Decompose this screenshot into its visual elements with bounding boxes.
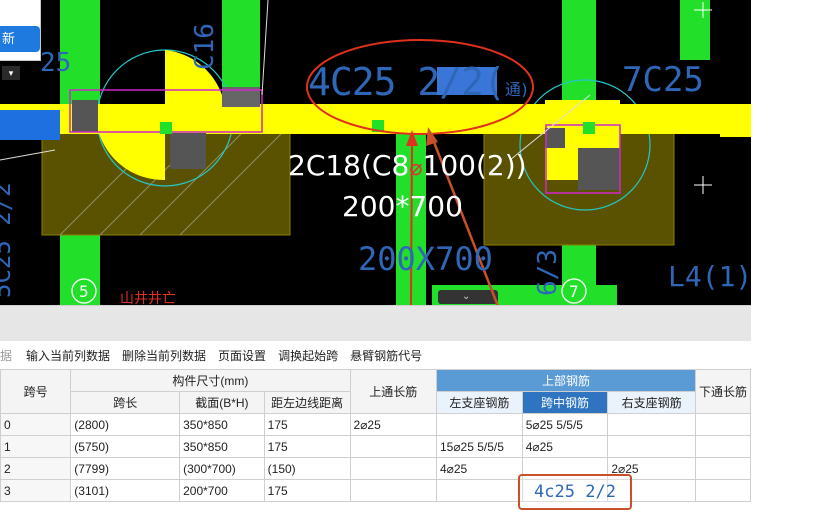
cell-top-through[interactable] [349, 479, 437, 502]
cell-span: 1 [0, 435, 72, 458]
toolbar-swap-start-span[interactable]: 调换起始跨 [278, 347, 338, 364]
marker-3 [583, 122, 595, 134]
guide-line-2 [261, 0, 269, 96]
header-edge-distance: 距左边线距离 [263, 391, 351, 414]
rebar-table: 跨号 构件尺寸(mm) 上通长筋 上部钢筋 下通长筋 跨长 截面(B*H) 距左… [0, 369, 752, 502]
grey-block-4 [578, 148, 620, 190]
marker-1 [160, 122, 172, 134]
left-vertical-label: 5C25 2/2 [0, 182, 16, 298]
dropdown-arrow-icon[interactable]: ▾ [2, 66, 20, 80]
ghost-label: 200X700 [358, 240, 493, 278]
header-span-length: 跨长 [70, 391, 181, 414]
grey-block-3 [545, 128, 565, 148]
cell-length[interactable]: (5750) [70, 435, 181, 458]
header-top-through: 上通长筋 [349, 369, 437, 414]
cell-mid-span[interactable]: 5⌀25 5/5/5 [521, 413, 609, 436]
floating-dialog: 新 [0, 0, 41, 61]
cad-canvas[interactable]: 4C25 2/2(通) 2C18(C8⌀100(2)) 200*700 200X… [0, 0, 751, 305]
green-column-far-right [680, 0, 710, 60]
header-member-size: 构件尺寸(mm) [70, 369, 351, 392]
small-top-label: 25 [40, 48, 72, 78]
header-bottom-through: 下通长筋 [694, 369, 752, 414]
red-text-label: 山井井亡 [120, 291, 176, 305]
panel-splitter[interactable] [0, 305, 751, 341]
cell-bottom-through[interactable] [694, 457, 752, 480]
right-top-label: 7C25 [622, 60, 704, 100]
grey-block-left [72, 100, 98, 132]
right-vertical-label: 6/3 [533, 249, 563, 296]
cell-distance[interactable]: 175 [263, 435, 351, 458]
cell-top-through[interactable] [349, 435, 437, 458]
toolbar-page-setup[interactable]: 页面设置 [218, 347, 266, 364]
table-row[interactable]: 3 (3101) 200*700 175 [0, 479, 752, 502]
cell-length[interactable]: (7799) [70, 457, 181, 480]
header-span-no: 跨号 [0, 369, 72, 414]
toolbar-cantilever-code[interactable]: 悬臂钢筋代号 [350, 347, 422, 364]
annotation-callout: 4c25 2/2 [518, 474, 632, 510]
cell-section[interactable]: 350*850 [179, 435, 265, 458]
header-section: 截面(B*H) [179, 391, 265, 414]
cell-mid-span[interactable]: 4⌀25 [521, 435, 609, 458]
axis-label-7: 7 [569, 282, 579, 301]
cell-span: 3 [0, 479, 72, 502]
toolbar-delete-column[interactable]: 删除当前列数据 [122, 347, 206, 364]
chevron-down-icon[interactable]: ⌄ [462, 291, 470, 302]
cell-left-support[interactable]: 15⌀25 5/5/5 [435, 435, 523, 458]
cell-distance[interactable]: 175 [263, 413, 351, 436]
header-mid-span: 跨中钢筋 [521, 391, 609, 414]
cell-distance[interactable]: 175 [263, 479, 351, 502]
rebar-panel: 据 输入当前列数据 删除当前列数据 页面设置 调换起始跨 悬臂钢筋代号 跨号 构… [0, 305, 752, 514]
axis-label-5: 5 [79, 282, 89, 301]
cell-left-support[interactable] [435, 413, 523, 436]
cell-section[interactable]: (300*700) [179, 457, 265, 480]
cell-bottom-through[interactable] [694, 413, 752, 436]
table-row[interactable]: 0 (2800) 350*850 175 2⌀25 5⌀25 5/5/5 [0, 413, 752, 436]
cell-top-through[interactable]: 2⌀25 [349, 413, 437, 436]
cell-span: 2 [0, 457, 72, 480]
cell-section[interactable]: 350*850 [179, 413, 265, 436]
blue-beam-left [0, 110, 60, 140]
cell-bottom-through[interactable] [694, 435, 752, 458]
cell-right-support[interactable] [607, 413, 696, 436]
header-left-support: 左支座钢筋 [435, 391, 523, 414]
vertical-top-label: C16 [190, 23, 220, 70]
refresh-button[interactable]: 新 [0, 26, 40, 52]
toolbar-item-cut[interactable]: 据 [0, 347, 12, 364]
cell-span: 0 [0, 413, 72, 436]
cell-left-support[interactable] [435, 479, 523, 502]
grey-block-1 [170, 133, 206, 169]
cell-distance[interactable]: (150) [263, 457, 351, 480]
cell-left-support[interactable]: 4⌀25 [435, 457, 523, 480]
beam-label-2: 200*700 [342, 190, 463, 223]
cell-top-through[interactable] [349, 457, 437, 480]
header-right-support: 右支座钢筋 [607, 391, 696, 414]
green-column-top [222, 0, 260, 100]
toolbar-insert-column[interactable]: 输入当前列数据 [26, 347, 110, 364]
table-row[interactable]: 2 (7799) (300*700) (150) 4⌀25 2⌀25 [0, 457, 752, 480]
cell-length[interactable]: (3101) [70, 479, 181, 502]
right-box-label: L4(1) [668, 260, 751, 293]
table-row[interactable]: 1 (5750) 350*850 175 15⌀25 5/5/5 4⌀25 [0, 435, 752, 458]
cell-section[interactable]: 200*700 [179, 479, 265, 502]
cell-length[interactable]: (2800) [70, 413, 181, 436]
yellow-stub-right [720, 117, 751, 137]
cell-right-support[interactable] [607, 435, 696, 458]
main-annotation: 4C25 2/2(通) [308, 60, 530, 104]
beam-label-1: 2C18(C8⌀100(2)) [288, 149, 527, 182]
header-top-rebar: 上部钢筋 [435, 369, 696, 392]
panel-toolbar: 据 输入当前列数据 删除当前列数据 页面设置 调换起始跨 悬臂钢筋代号 [0, 345, 434, 365]
cell-bottom-through[interactable] [694, 479, 752, 502]
